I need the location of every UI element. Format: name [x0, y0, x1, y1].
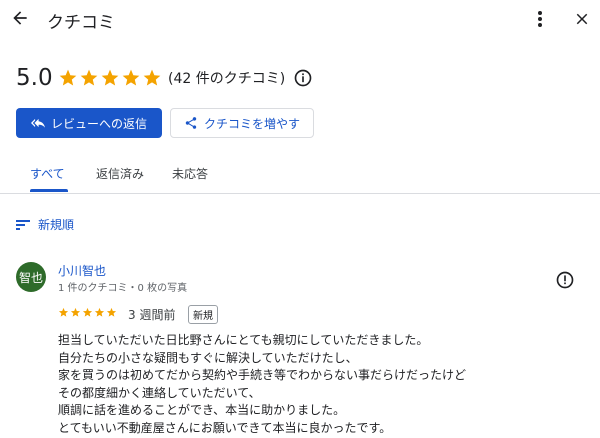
star-icon [82, 307, 93, 317]
star-icon [80, 69, 98, 86]
reply-to-reviews-button[interactable]: レビューへの返信 [16, 108, 162, 138]
tab-all[interactable]: すべて [30, 165, 65, 182]
reply-button-label: レビューへの返信 [50, 116, 147, 131]
review-line: とてもいい不動産屋さんにお願いできて本当に良かったです。 [58, 420, 392, 435]
review-line: その都度細かく連絡していただいて、 [58, 385, 261, 400]
avatar[interactable]: 智也 [16, 262, 46, 292]
star-icon [70, 307, 81, 317]
more-vert-icon[interactable] [532, 9, 548, 29]
review-line: 担当していただいた日比野さんにとても親切にしていただきました。 [58, 333, 429, 347]
tabs-divider [0, 193, 600, 194]
review-time: 3 週間前 [128, 308, 176, 322]
back-arrow-icon[interactable] [10, 8, 30, 28]
star-icon [58, 307, 69, 317]
active-tab-indicator [30, 189, 68, 192]
get-more-reviews-button[interactable]: クチコミを増やす [170, 108, 314, 138]
close-icon[interactable] [573, 10, 591, 28]
report-icon[interactable] [555, 270, 575, 290]
increase-button-label: クチコミを増やす [203, 116, 300, 131]
rating-value: 5.0 [16, 65, 53, 91]
review-line: 家を買うのは初めてだから契約や手続き等でわからない事だらけだったけど [58, 368, 467, 383]
sort-icon [16, 219, 30, 230]
review-line: 自分たちの小さな疑問もすぐに解決していただけたし、 [58, 350, 358, 365]
reviewer-meta: 1 件のクチコミ・0 枚の写真 [58, 283, 188, 294]
tab-unanswered[interactable]: 未応答 [172, 165, 208, 182]
tab-replied[interactable]: 返信済み [96, 165, 144, 182]
sort-label: 新規順 [38, 218, 75, 232]
new-badge: 新規 [188, 305, 218, 324]
rating-stars [58, 68, 162, 88]
reply-all-icon [30, 118, 45, 128]
review-stars [58, 307, 117, 318]
info-icon[interactable] [293, 68, 313, 88]
sort-dropdown[interactable]: 新規順 [16, 216, 74, 233]
star-icon [59, 69, 77, 86]
share-icon [185, 117, 197, 129]
star-icon [143, 69, 161, 86]
star-icon [101, 69, 119, 86]
review-count: (42 件のクチコミ) [168, 71, 286, 87]
reviewer-name[interactable]: 小川智也 [58, 262, 106, 279]
page-title: クチコミ [47, 13, 115, 33]
star-icon [106, 307, 117, 317]
star-icon [122, 69, 140, 86]
review-text: 担当していただいた日比野さんにとても親切にしていただきました。 自分たちの小さな… [58, 332, 578, 438]
review-line: 順調に話を進めることができ、本当に助かりました。 [58, 403, 346, 418]
star-icon [94, 307, 105, 317]
